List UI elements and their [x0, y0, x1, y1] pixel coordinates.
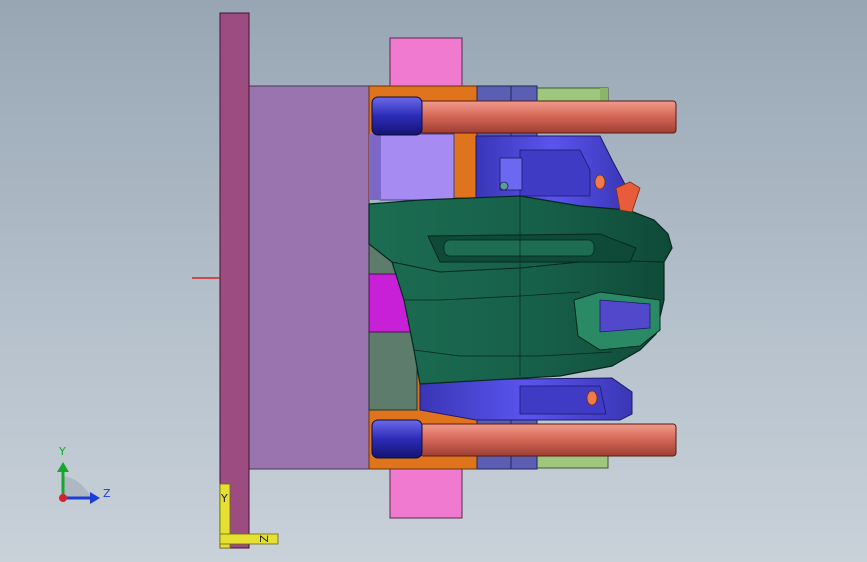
orange-lip: [615, 181, 641, 213]
support-block-bottom[interactable]: [389, 467, 463, 519]
pin-sleeve-top[interactable]: [371, 96, 423, 136]
guide-pin-bottom[interactable]: [371, 419, 677, 459]
triad-y-label: Y: [58, 445, 66, 458]
triad-plane-icon: [63, 476, 92, 498]
coordinate-triad-icon[interactable]: Y Z: [57, 445, 111, 504]
bumper-vent-slot: [443, 239, 595, 257]
orange-marker-top: [594, 174, 606, 190]
cad-viewport[interactable]: Y Z Y Z: [0, 0, 867, 562]
bumper-lower-vent-core: [599, 299, 651, 333]
mold-model-canvas[interactable]: Y Z Y Z: [0, 0, 867, 562]
core-upper-detail: [519, 149, 591, 197]
clamp-plate[interactable]: [219, 12, 250, 549]
triad-z-arrow-icon: [90, 492, 100, 504]
core-upper-bolt: [499, 181, 509, 191]
mold-base-plate[interactable]: [248, 85, 370, 470]
ref-triad-y-label: Y: [220, 492, 228, 505]
triad-y-arrow-icon: [57, 462, 69, 472]
pin-sleeve-bottom[interactable]: [371, 419, 423, 459]
orange-marker-bottom: [586, 390, 598, 406]
inner-block-grey-green-bottom[interactable]: [368, 329, 418, 411]
support-block-top[interactable]: [389, 37, 463, 89]
slider-lilac-shadow: [369, 134, 381, 200]
slider-lilac[interactable]: [379, 133, 455, 201]
triad-origin-icon: [59, 494, 67, 502]
ref-triad-z-label: Z: [257, 535, 270, 543]
guide-pin-top[interactable]: [371, 96, 677, 136]
triad-z-label: Z: [103, 487, 111, 500]
